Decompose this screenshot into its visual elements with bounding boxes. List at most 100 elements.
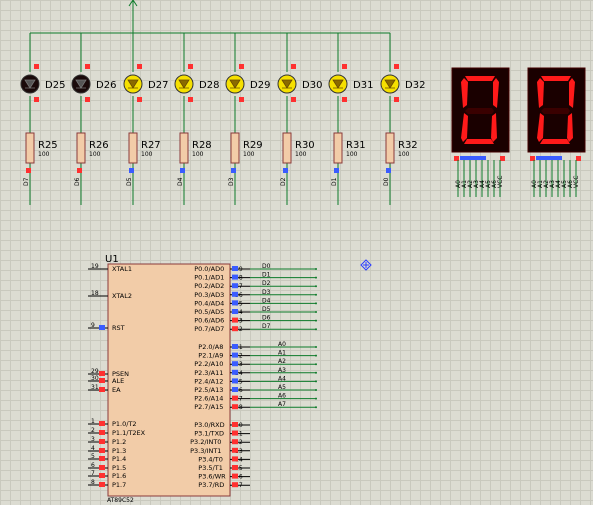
led-column: D26 R26100 D6 (71, 33, 116, 205)
mcu-part-label: AT89C52 (107, 497, 134, 504)
pin-number: 30 (91, 375, 99, 382)
led-state-marker (34, 64, 39, 69)
mcu-right-pin[interactable]: 13P3.3/INT1 (190, 447, 250, 455)
net-end (315, 380, 317, 383)
led-column: D29 R29100 D3 (225, 33, 270, 205)
pin-name: ALE (112, 377, 124, 385)
pin-state-marker (99, 371, 105, 376)
segment-g (541, 108, 570, 114)
mcu-left-pin[interactable]: 9 RST (88, 322, 125, 332)
mcu-right-pin[interactable]: 35P0.4/AD4 D4 (194, 297, 317, 307)
net-label: A7 (278, 401, 286, 408)
mcu-left-pin[interactable]: 1 P1.0/T2 (88, 418, 137, 428)
mcu-right-pin[interactable]: 26P2.5/A13 A5 (194, 384, 317, 394)
mcu-left-pin[interactable]: 31 EA (88, 384, 121, 394)
mcu-right-pin[interactable]: 12P3.2/INT0 (190, 438, 250, 446)
pin-name: P0.0/AD0 (194, 265, 224, 273)
seven-segment-displays: 0A0A1A2A3A4A5A6VCC 0A0A1A2A3A4A5A6VCC (451, 67, 586, 197)
pin-state-marker (99, 387, 105, 392)
pin-state-marker (386, 168, 391, 173)
pin-state-marker (232, 344, 238, 349)
net-end (315, 328, 317, 331)
schematic-canvas[interactable]: D25 R25 100 D7 D26 R26 100 D6 D27 R27 100 D5 D28 R28 1… (0, 0, 593, 505)
power-terminal-icon[interactable] (128, 0, 138, 8)
net-label: A2 (278, 358, 286, 365)
pin-number: 4 (91, 445, 95, 452)
resistor-value-label: 100 (243, 151, 255, 158)
mcu-u1[interactable]: U1AT89C5219 XTAL118 XTAL29 RST29 PSEN30 ALE31… (88, 254, 317, 504)
net-label: D5 (126, 177, 133, 186)
net-end (315, 302, 317, 305)
pin-state-marker (99, 465, 105, 470)
pin-name: P3.6/WR (198, 473, 226, 481)
mcu-right-pin[interactable]: 32P0.7/AD7 D7 (194, 323, 317, 333)
mcu-right-pin[interactable]: 22P2.1/A9 A1 (198, 350, 317, 360)
mcu-right-pin[interactable]: 34P0.5/AD5 D5 (194, 306, 317, 316)
resistor-ref-label: R31 (346, 140, 366, 151)
resistor-body[interactable] (179, 132, 189, 164)
resistor-body[interactable] (230, 132, 240, 164)
mcu-right-pin[interactable]: 27P2.6/A14 A6 (194, 393, 317, 403)
display-pin-label: VCC (497, 176, 504, 188)
led-column: D28 R28100 D4 (174, 33, 219, 205)
net-end (315, 293, 317, 296)
resistor-body[interactable] (385, 132, 395, 164)
pin-name: XTAL1 (112, 265, 132, 273)
mcu-right-pin[interactable]: 17P3.7/RD (198, 481, 250, 489)
pin-number: 29 (91, 368, 99, 375)
resistor-ref-label: R32 (398, 140, 418, 151)
pin-state-marker (99, 482, 105, 487)
marker-crosshair-icon[interactable] (360, 259, 372, 271)
pin-state-marker (232, 274, 238, 280)
net-label: D3 (228, 177, 235, 186)
pin-state-marker (283, 168, 288, 173)
pin-name: P2.2/A10 (194, 360, 223, 368)
pin-state-marker (232, 395, 238, 401)
mcu-left-pin[interactable]: 2 P1.1/T2EX (88, 427, 146, 437)
pin-state-marker (232, 456, 238, 462)
pin-state-marker (99, 448, 105, 453)
net-end (315, 397, 317, 400)
pin-number: 9 (91, 322, 95, 329)
mcu-ref-label: U1 (105, 254, 119, 265)
mcu-right-pin[interactable]: 36P0.3/AD3 D3 (194, 289, 317, 299)
pin-number: 6 (91, 462, 95, 469)
pin-name: P0.1/AD1 (194, 274, 224, 282)
seven-segment-display[interactable]: 0A0A1A2A3A4A5A6VCC (527, 67, 586, 197)
net-end (315, 311, 317, 313)
led-state-marker (239, 64, 244, 69)
resistor-body[interactable] (333, 132, 343, 164)
mcu-right-pin[interactable]: 11P3.1/TXD (194, 430, 250, 438)
pin-name: P2.1/A9 (198, 352, 223, 360)
mcu-left-pin[interactable]: 8 P1.7 (88, 479, 126, 489)
mcu-right-pin[interactable]: 28P2.7/A15 A7 (194, 401, 317, 411)
net-end (315, 389, 317, 391)
led-column: D30 R30100 D2 (277, 33, 322, 205)
net-label: D4 (262, 297, 271, 304)
pin-state-marker (232, 422, 238, 427)
resistor-body[interactable] (76, 132, 86, 164)
pin-state-marker (99, 473, 105, 478)
mcu-right-pin[interactable]: 38P0.1/AD1 D1 (194, 272, 317, 282)
seven-segment-display[interactable]: 0A0A1A2A3A4A5A6VCC (451, 67, 510, 197)
pin-state-marker (232, 447, 238, 453)
resistor-ref-label: R27 (141, 140, 161, 151)
mcu-right-pin[interactable]: 33P0.6/AD6 D6 (194, 315, 317, 325)
pin-state-marker (232, 300, 238, 306)
pin-name: P3.5/T1 (198, 464, 223, 472)
pin-name: P2.0/A8 (198, 343, 223, 351)
mcu-right-pin[interactable]: 24P2.3/A11 A3 (194, 367, 317, 377)
mcu-right-pin[interactable]: 37P0.2/AD2 D2 (194, 280, 317, 290)
mcu-right-pin[interactable]: 39P0.0/AD0 D0 (194, 263, 317, 273)
mcu-right-pin[interactable]: 10P3.0/RXD (194, 421, 250, 429)
pin-name: P0.5/AD5 (194, 308, 224, 316)
mcu-right-pin[interactable]: 21P2.0/A8 A0 (198, 341, 317, 351)
resistor-body[interactable] (282, 132, 292, 164)
resistor-body[interactable] (128, 132, 138, 164)
mcu-right-pin[interactable]: 25P2.4/A12 A4 (194, 375, 317, 385)
pin-name: P3.2/INT0 (190, 438, 221, 446)
mcu-right-pin[interactable]: 16P3.6/WR (198, 473, 250, 481)
led-state-marker (239, 97, 244, 102)
resistor-body[interactable] (25, 132, 35, 164)
mcu-right-pin[interactable]: 23P2.2/A10 A2 (194, 358, 317, 368)
